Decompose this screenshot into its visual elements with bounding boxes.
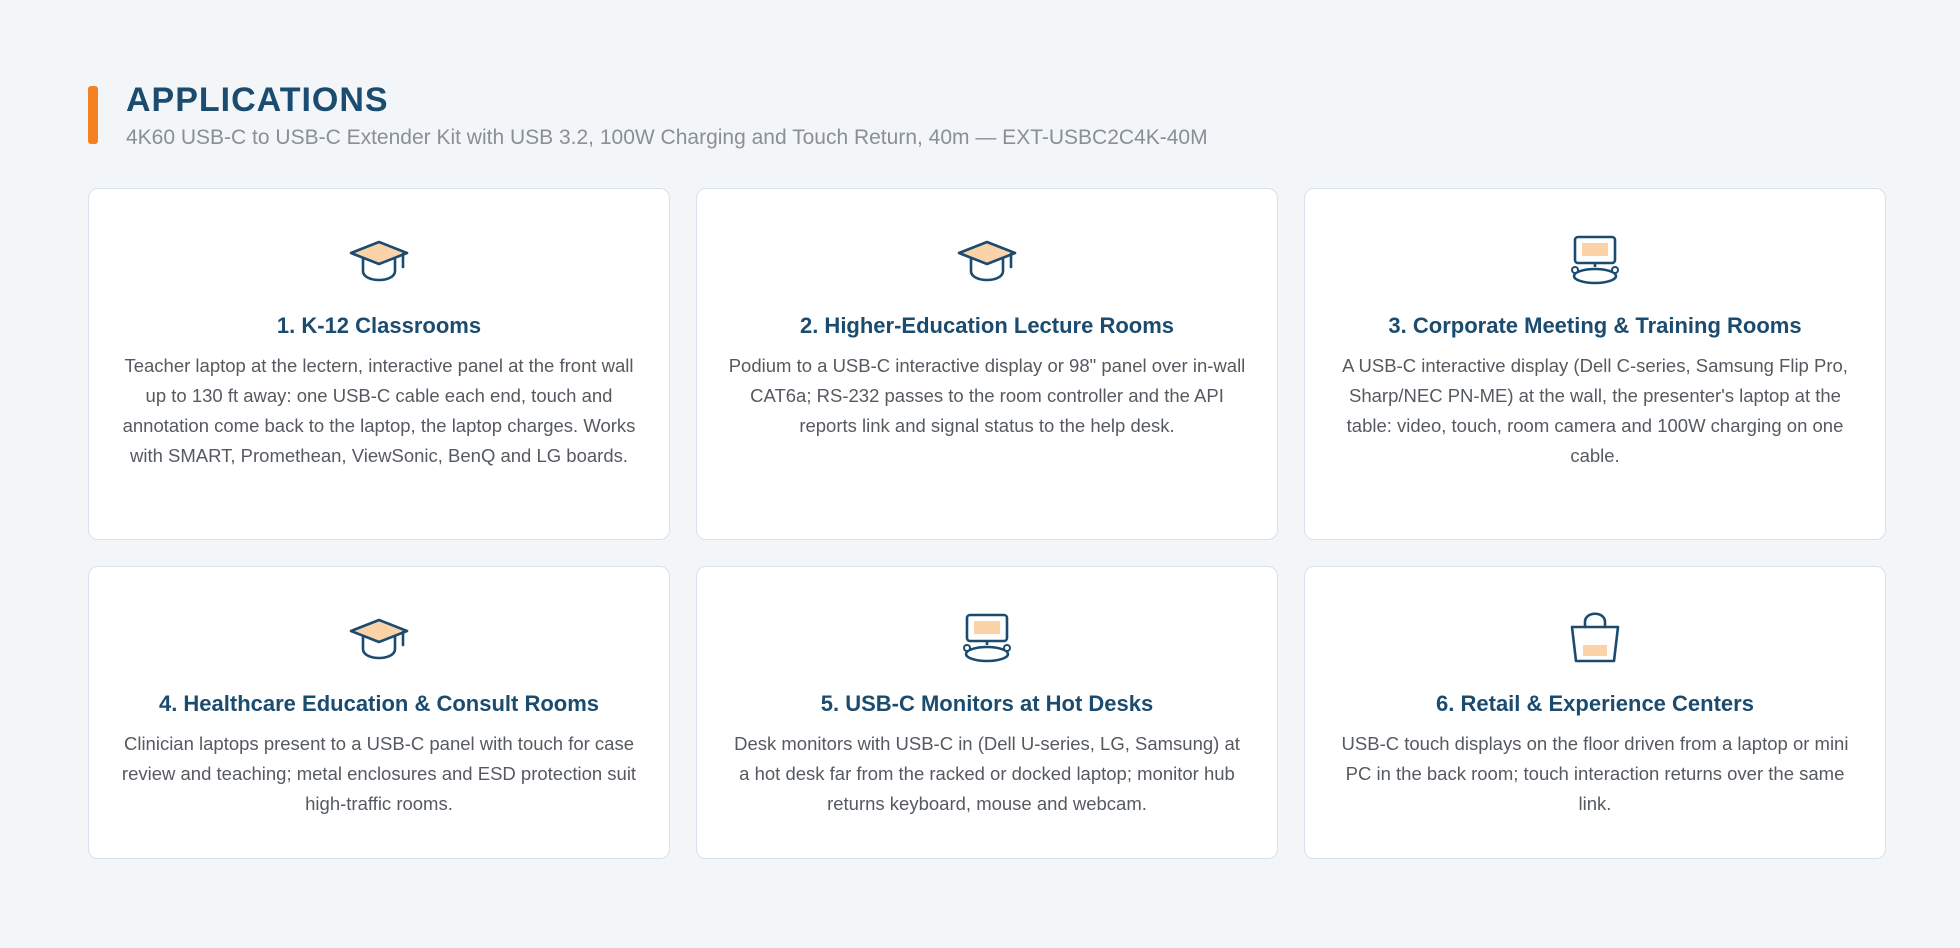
card-description: Podium to a USB-C interactive display or… bbox=[728, 355, 1246, 436]
card-title: 6. Retail & Experience Centers bbox=[1436, 691, 1754, 716]
accent-bar bbox=[88, 86, 98, 144]
section-header: APPLICATIONS 4K60 USB-C to USB-C Extende… bbox=[88, 80, 1872, 162]
card-title: 1. K-12 Classrooms bbox=[276, 313, 482, 338]
card-description: USB-C touch displays on the floor driven… bbox=[1341, 733, 1849, 814]
application-card-k12: 1. K-12 Classrooms Teacher laptop at the… bbox=[88, 188, 670, 540]
card-description: Teacher laptop at the lectern, interacti… bbox=[122, 355, 636, 466]
shopping-bag-icon bbox=[1570, 612, 1620, 663]
graduation-cap-icon bbox=[349, 240, 409, 282]
graduation-cap-icon bbox=[957, 240, 1017, 282]
graduation-cap-icon bbox=[349, 618, 409, 660]
application-card-healthcare: 4. Healthcare Education & Consult Rooms … bbox=[88, 566, 670, 859]
card-title: 4. Healthcare Education & Consult Rooms bbox=[158, 691, 600, 716]
applications-page: APPLICATIONS 4K60 USB-C to USB-C Extende… bbox=[0, 0, 1960, 948]
application-card-corporate: 3. Corporate Meeting & Training Rooms A … bbox=[1304, 188, 1886, 540]
card-title: 5. USB-C Monitors at Hot Desks bbox=[820, 691, 1154, 716]
application-card-higher-education: 2. Higher-Education Lecture Rooms Podium… bbox=[696, 188, 1278, 540]
applications-grid: 1. K-12 Classrooms Teacher laptop at the… bbox=[88, 188, 1886, 859]
application-card-hot-desks: 5. USB-C Monitors at Hot Desks Desk moni… bbox=[696, 566, 1278, 859]
page-title: APPLICATIONS bbox=[126, 81, 389, 119]
card-title: 3. Corporate Meeting & Training Rooms bbox=[1388, 313, 1802, 338]
card-description: Clinician laptops present to a USB-C pan… bbox=[121, 733, 637, 814]
page-subtitle: 4K60 USB-C to USB-C Extender Kit with US… bbox=[126, 126, 1208, 149]
card-title: 2. Higher-Education Lecture Rooms bbox=[799, 313, 1175, 338]
card-description: A USB-C interactive display (Dell C-seri… bbox=[1342, 355, 1848, 466]
meeting-room-icon bbox=[1571, 235, 1619, 285]
application-card-retail: 6. Retail & Experience Centers USB-C tou… bbox=[1304, 566, 1886, 859]
card-description: Desk monitors with USB-C in (Dell U-seri… bbox=[734, 733, 1240, 814]
meeting-room-icon bbox=[963, 613, 1011, 663]
